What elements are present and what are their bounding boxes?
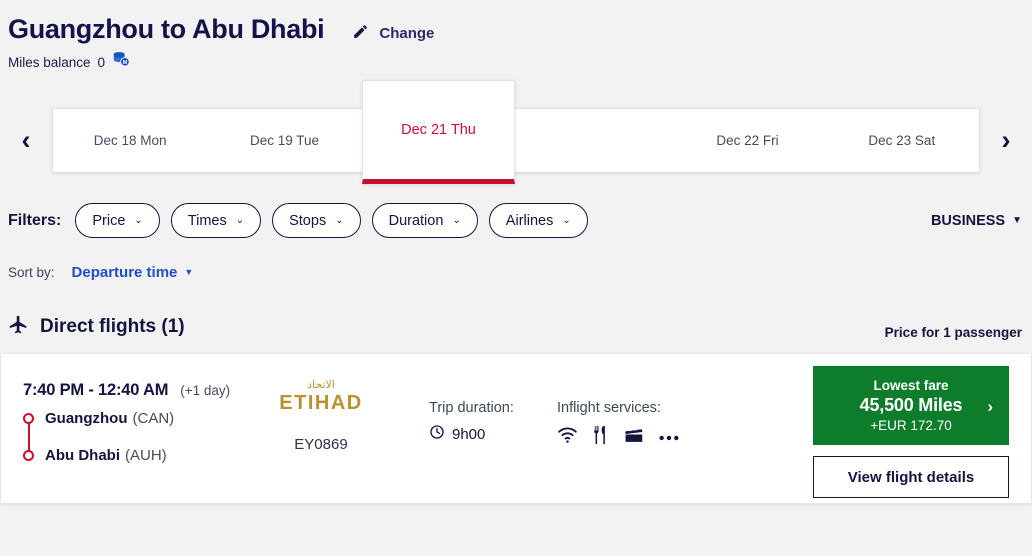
- chevron-down-icon: ▼: [1012, 214, 1022, 226]
- lowest-fare-miles: 45,500 Miles: [859, 395, 963, 415]
- filter-price-button[interactable]: Price ⌄: [75, 203, 160, 238]
- chevron-down-icon: ▼: [184, 267, 194, 277]
- flight-times-line: 7:40 PM - 12:40 AM (+1 day): [23, 381, 251, 400]
- plus-day-indicator: (+1 day): [180, 383, 231, 398]
- wifi-icon: [557, 426, 578, 449]
- page-header: Guangzhou to Abu Dhabi Change Miles bala…: [0, 0, 1032, 73]
- date-selector: ‹ Dec 18 Mon Dec 19 Tue Dec 20 Wed Dec 2…: [0, 79, 1032, 185]
- filter-airlines-label: Airlines: [505, 212, 554, 229]
- clock-icon: [429, 424, 445, 444]
- fare-column: Lowest fare 45,500 Miles › +EUR 172.70 V…: [813, 354, 1031, 498]
- filter-duration-button[interactable]: Duration ⌄: [371, 203, 478, 238]
- date-tabs: Dec 18 Mon Dec 19 Tue Dec 20 Wed Dec 22 …: [52, 79, 980, 184]
- chevron-down-icon: ⌄: [134, 214, 143, 226]
- origin-dot-icon: [23, 413, 34, 424]
- section-title: Direct flights (1): [8, 314, 185, 340]
- page-title: Guangzhou to Abu Dhabi: [8, 14, 325, 44]
- cabin-class-selector[interactable]: BUSINESS ▼: [931, 213, 1022, 229]
- lowest-fare-button[interactable]: Lowest fare 45,500 Miles › +EUR 172.70: [813, 366, 1009, 445]
- origin-stop: Guangzhou (CAN): [23, 407, 251, 430]
- filters-row: Filters: Price ⌄ Times ⌄ Stops ⌄ Duratio…: [0, 203, 1032, 238]
- destination-stop: Abu Dhabi (AUH): [23, 444, 251, 467]
- destination-city: Abu Dhabi: [45, 447, 120, 464]
- destination-dot-icon: [23, 450, 34, 461]
- airline-column: الاتحاد ETIHAD EY0869: [251, 354, 391, 453]
- origin-code: (CAN): [132, 410, 175, 427]
- etihad-logo-name: ETIHAD: [279, 392, 363, 415]
- change-route-button[interactable]: Change: [352, 23, 434, 45]
- flight-number: EY0869: [294, 436, 348, 454]
- origin-city: Guangzhou: [45, 410, 128, 427]
- chevron-right-icon: ›: [987, 397, 993, 416]
- flight-times: 7:40 PM - 12:40 AM: [23, 381, 169, 399]
- more-icon[interactable]: [658, 429, 680, 447]
- chevron-down-icon: ⌄: [562, 214, 571, 226]
- miles-balance: Miles balance 0 M: [8, 51, 1032, 73]
- date-tab-1[interactable]: Dec 19 Tue: [207, 109, 361, 172]
- view-flight-details-button[interactable]: View flight details: [813, 456, 1009, 498]
- trip-duration-label: Trip duration:: [429, 400, 514, 416]
- filter-times-label: Times: [187, 212, 227, 229]
- meal-icon: [592, 425, 609, 450]
- chevron-down-icon: ⌄: [335, 214, 344, 226]
- sort-row: Sort by: Departure time ▼: [0, 264, 1032, 281]
- inflight-service-icons: [557, 425, 711, 450]
- inflight-services-column: Inflight services:: [531, 354, 711, 450]
- etihad-logo: الاتحاد ETIHAD: [251, 379, 391, 414]
- flight-search-results-page: Guangzhou to Abu Dhabi Change Miles bala…: [0, 0, 1032, 556]
- miles-balance-value: 0: [97, 54, 106, 70]
- sort-by-value: Departure time: [71, 264, 178, 281]
- miles-coins-icon: M: [112, 51, 131, 73]
- pencil-icon: [352, 23, 369, 45]
- chevron-down-icon: ⌄: [235, 214, 245, 226]
- direct-flights-section-header: Direct flights (1) Price for 1 passenger: [0, 314, 1032, 340]
- movie-icon: [623, 426, 644, 449]
- date-tab-5[interactable]: Dec 23 Sat: [825, 109, 979, 172]
- price-passenger-note: Price for 1 passenger: [884, 325, 1022, 340]
- filter-duration-label: Duration: [388, 212, 444, 229]
- filter-times-button[interactable]: Times ⌄: [170, 203, 262, 238]
- cabin-class-value: BUSINESS: [930, 212, 1006, 229]
- flight-route-column: 7:40 PM - 12:40 AM (+1 day) Guangzhou (C…: [1, 354, 251, 467]
- change-label: Change: [379, 25, 435, 42]
- airplane-icon: [8, 314, 29, 340]
- destination-code: (AUH): [125, 447, 167, 464]
- svg-text:M: M: [123, 60, 128, 66]
- date-tab-0[interactable]: Dec 18 Mon: [53, 109, 207, 172]
- lowest-fare-heading: Lowest fare: [873, 378, 949, 393]
- miles-balance-label: Miles balance: [8, 54, 91, 70]
- sort-by-label: Sort by:: [8, 265, 55, 280]
- filter-airlines-button[interactable]: Airlines ⌄: [488, 203, 588, 238]
- flight-result-card[interactable]: 7:40 PM - 12:40 AM (+1 day) Guangzhou (C…: [0, 353, 1032, 504]
- lowest-fare-cash: +EUR 172.70: [870, 418, 952, 433]
- filter-price-label: Price: [92, 212, 126, 229]
- trip-duration-value-row: 9h00: [429, 424, 531, 444]
- previous-dates-arrow[interactable]: ‹: [0, 126, 52, 154]
- etihad-logo-arabic: الاتحاد: [307, 379, 335, 391]
- date-tab-3-placeholder[interactable]: [516, 109, 670, 172]
- filter-stops-label: Stops: [289, 212, 327, 229]
- filters-label: Filters:: [8, 211, 62, 229]
- trip-duration-value: 9h00: [452, 425, 486, 443]
- inflight-services-label: Inflight services:: [557, 400, 661, 416]
- sort-by-selector[interactable]: Departure time ▼: [72, 264, 194, 281]
- trip-duration-column: Trip duration: 9h00: [391, 354, 531, 444]
- next-dates-arrow[interactable]: ›: [980, 126, 1032, 154]
- date-tab-4[interactable]: Dec 22 Fri: [670, 109, 824, 172]
- filter-stops-button[interactable]: Stops ⌄: [272, 203, 361, 238]
- route-stops: Guangzhou (CAN) Abu Dhabi (AUH): [23, 407, 251, 467]
- title-row: Guangzhou to Abu Dhabi Change: [8, 14, 1032, 45]
- direct-flights-title: Direct flights (1): [40, 316, 185, 337]
- chevron-down-icon: ⌄: [452, 214, 461, 226]
- date-tab-selected[interactable]: Dec 21 Thu: [361, 79, 516, 184]
